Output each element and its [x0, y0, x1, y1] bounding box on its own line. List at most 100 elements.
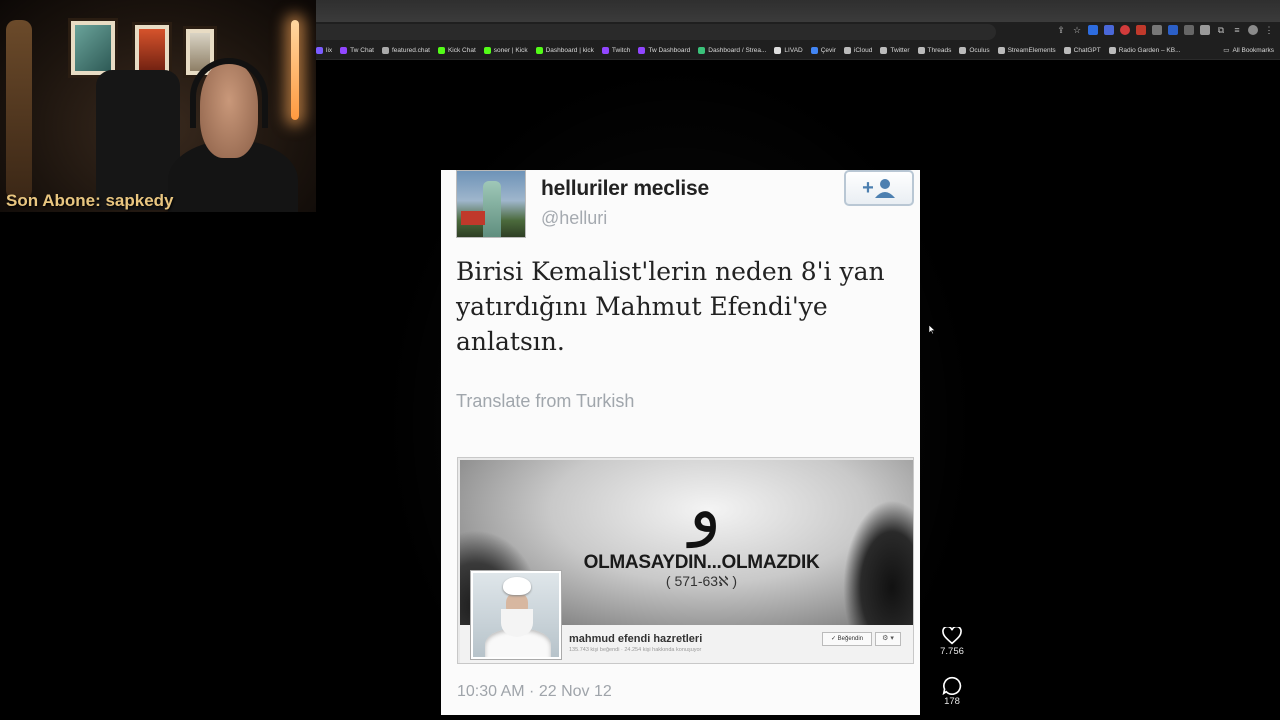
- bookmark-favicon-icon: [917, 47, 925, 54]
- tweet-timestamp: 10:30 AM · 22 Nov 12: [457, 683, 612, 700]
- bookmark-favicon-icon: [437, 47, 445, 54]
- tweet-card: helluriler meclise @helluri + Birisi Kem…: [441, 170, 920, 715]
- bookmark-item[interactable]: Twitter: [880, 47, 910, 54]
- comment-action[interactable]: 178: [934, 676, 970, 707]
- bookmark-favicon-icon: [601, 47, 609, 54]
- comment-count: 178: [944, 696, 960, 707]
- bookmark-item[interactable]: Threads: [917, 47, 952, 54]
- bookmark-label: Dashboard / Strea...: [708, 47, 767, 54]
- bookmark-favicon-icon: [997, 47, 1005, 54]
- bookmark-item[interactable]: Oculus: [959, 47, 990, 54]
- facebook-like-button: ✓ Beğendin: [822, 632, 872, 646]
- bookmark-favicon-icon: [316, 47, 323, 54]
- bookmark-item[interactable]: ChatGPT: [1063, 47, 1101, 54]
- screen: ⇪ ☆ ⧉ ≡ ⋮ lix Tw Chat featured.chat Kick Ch…: [0, 0, 1280, 720]
- bookmark-item[interactable]: Radio Garden – KB...: [1108, 47, 1181, 54]
- extension-icons: ⇪ ☆ ⧉ ≡ ⋮: [1056, 25, 1274, 35]
- media-icon[interactable]: ≡: [1232, 25, 1242, 35]
- bookmark-item[interactable]: soner | Kick: [483, 47, 528, 54]
- menu-icon[interactable]: ⋮: [1264, 25, 1274, 35]
- webcam-overlay: Son Abone: sapkedy: [0, 0, 316, 212]
- bookmark-label: Oculus: [969, 47, 990, 54]
- bookmark-label: Threads: [927, 47, 952, 54]
- tweet-handle[interactable]: @helluri: [541, 208, 607, 229]
- bookmarks-bar: lix Tw Chat featured.chat Kick Chat soner | …: [316, 42, 1280, 60]
- address-bar[interactable]: [316, 24, 996, 40]
- bookmark-favicon-icon: [880, 47, 888, 54]
- bookmark-label: Tw Chat: [350, 47, 374, 54]
- bookmark-label: StreamElements: [1007, 47, 1056, 54]
- bookmark-favicon-icon: [698, 47, 706, 54]
- extension-icon[interactable]: [1136, 25, 1146, 35]
- star-icon[interactable]: ☆: [1072, 25, 1082, 35]
- bookmark-item[interactable]: Tw Dashboard: [638, 47, 690, 54]
- bookmark-item[interactable]: LIVAD: [774, 47, 803, 54]
- comment-icon[interactable]: [942, 676, 962, 695]
- folder-icon: ▭: [1223, 47, 1230, 54]
- tweet-media[interactable]: و OLMASAYDIN...OLMAZDIK ( 571-63ℵ ) mahm…: [457, 457, 914, 664]
- share-icon[interactable]: ⇪: [1056, 25, 1066, 35]
- bookmark-label: lix: [326, 47, 333, 54]
- bookmark-label: soner | Kick: [493, 47, 528, 54]
- tweet-display-name[interactable]: helluriler meclise: [541, 177, 709, 201]
- mouse-cursor-icon: [929, 325, 935, 334]
- shield-icon[interactable]: [1200, 25, 1210, 35]
- wall-frame: [68, 18, 118, 78]
- browser-toolbar: ⇪ ☆ ⧉ ≡ ⋮: [316, 22, 1280, 42]
- translate-link[interactable]: Translate from Turkish: [456, 391, 634, 412]
- guitar: [6, 20, 32, 200]
- bookmark-item[interactable]: lix: [316, 47, 332, 54]
- bookmark-item[interactable]: Dashboard | kick: [535, 47, 594, 54]
- bookmark-label: ChatGPT: [1073, 47, 1101, 54]
- bookmark-label: Kick Chat: [447, 47, 476, 54]
- calligraphy: و: [689, 471, 721, 548]
- follow-button[interactable]: +: [844, 170, 914, 206]
- bookmark-label: Dashboard | kick: [545, 47, 594, 54]
- bookmark-favicon-icon: [843, 47, 851, 54]
- bookmark-favicon-icon: [959, 47, 967, 54]
- extension-icon[interactable]: [1120, 25, 1130, 35]
- bookmark-label: Radio Garden – KB...: [1118, 47, 1181, 54]
- bookmark-favicon-icon: [774, 47, 782, 54]
- bookmark-item[interactable]: iCloud: [843, 47, 873, 54]
- bookmark-favicon-icon: [340, 47, 348, 54]
- tweet-avatar[interactable]: [456, 170, 526, 238]
- heart-icon[interactable]: [942, 627, 962, 645]
- bookmark-label: iCloud: [853, 47, 873, 54]
- bookmark-item[interactable]: Twitch: [601, 47, 631, 54]
- puzzle-icon[interactable]: ⧉: [1216, 25, 1226, 35]
- bookmark-favicon-icon: [381, 47, 389, 54]
- add-user-icon: +: [862, 176, 874, 199]
- user-silhouette-icon: [874, 179, 895, 198]
- bookmark-label: featured.chat: [391, 47, 430, 54]
- bookmark-item[interactable]: Dashboard / Strea...: [698, 47, 766, 54]
- last-subscriber-label: Son Abone: sapkedy: [6, 191, 174, 210]
- extension-icon[interactable]: [1168, 25, 1178, 35]
- extension-icon[interactable]: [1152, 25, 1162, 35]
- bookmark-item[interactable]: Tw Chat: [340, 47, 374, 54]
- bookmark-favicon-icon: [638, 47, 646, 54]
- extension-icon[interactable]: [1104, 25, 1114, 35]
- bookmark-label: Çevir: [820, 47, 836, 54]
- bookmark-favicon-icon: [1063, 47, 1071, 54]
- bookmark-favicon-icon: [535, 47, 543, 54]
- extension-icon[interactable]: [1088, 25, 1098, 35]
- bookmark-item[interactable]: featured.chat: [381, 47, 430, 54]
- extension-icon[interactable]: [1184, 25, 1194, 35]
- bookmark-item[interactable]: Kick Chat: [437, 47, 476, 54]
- bookmark-label: Tw Dashboard: [648, 47, 691, 54]
- facebook-settings-button: ⚙ ▾: [875, 632, 901, 646]
- bookmark-label: Twitter: [890, 47, 910, 54]
- bookmark-label: Twitch: [611, 47, 631, 54]
- facebook-profile-picture: [471, 571, 561, 659]
- browser-tab-strip: [316, 0, 1280, 22]
- lamp: [291, 20, 299, 120]
- like-count: 7.756: [940, 646, 964, 657]
- profile-avatar[interactable]: [1248, 25, 1258, 35]
- facebook-page-meta: 135.743 kişi beğendi · 24.254 kişi hakkı…: [569, 647, 702, 653]
- bookmark-item[interactable]: Çevir: [810, 47, 836, 54]
- all-bookmarks[interactable]: ▭ All Bookmarks: [1223, 46, 1274, 55]
- facebook-page-name: mahmud efendi hazretleri: [569, 633, 703, 645]
- bookmark-item[interactable]: StreamElements: [997, 47, 1056, 54]
- like-action[interactable]: 7.756: [934, 627, 970, 657]
